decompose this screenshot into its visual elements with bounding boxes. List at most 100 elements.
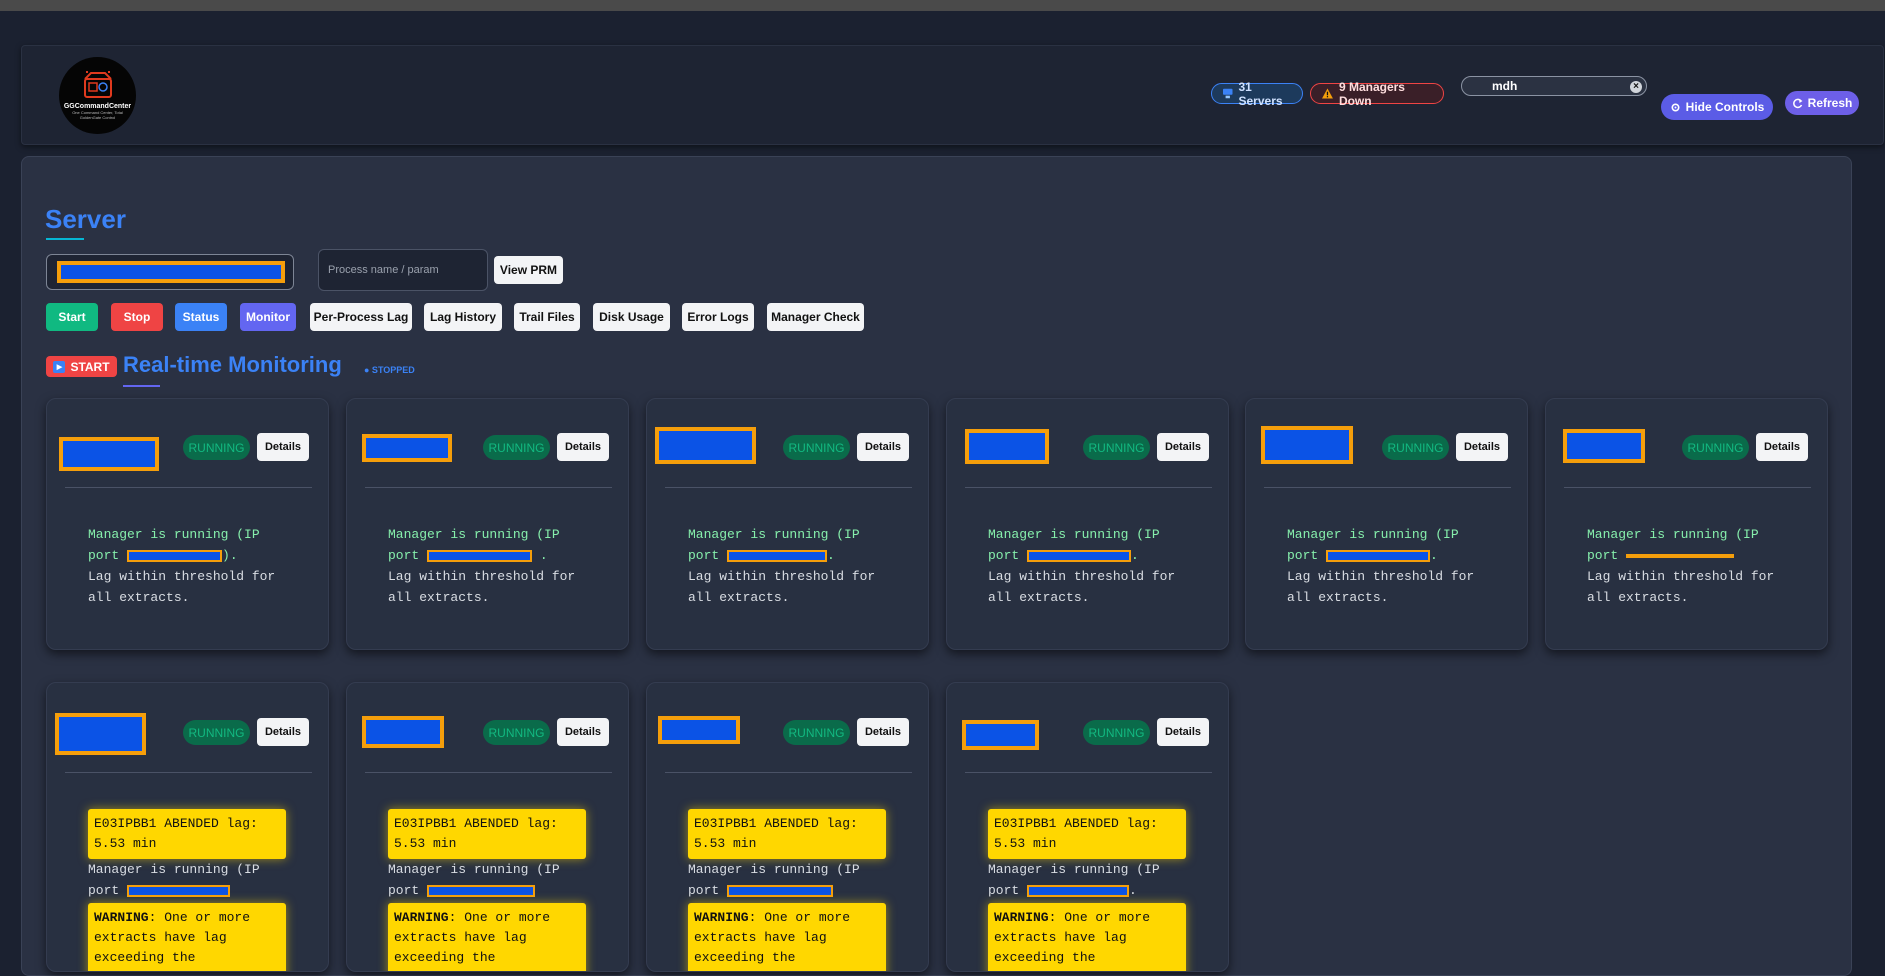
lag-warning-alert: WARNING: One or more extracts have lag e… (988, 903, 1186, 971)
details-button[interactable]: Details (1456, 433, 1508, 461)
start-button[interactable]: Start (46, 303, 98, 331)
warning-label: WARNING (94, 910, 149, 925)
lag-ok-text: Lag within threshold for all extracts. (688, 569, 876, 605)
manager-status-message: Manager is running (IP port (88, 859, 298, 901)
server-card: RUNNING Details E03IPBB1 ABENDED lag: 5.… (346, 682, 629, 972)
clear-search-icon[interactable]: × (1630, 81, 1642, 93)
redacted-server-name (655, 427, 756, 464)
card-divider (665, 772, 912, 773)
status-badge: RUNNING (183, 435, 250, 460)
port-prefix: port (688, 883, 720, 898)
lag-warning-alert: WARNING: One or more extracts have lag e… (88, 903, 286, 971)
managers-down-label: 9 Managers Down (1338, 79, 1405, 108)
status-badge: RUNNING (183, 720, 250, 745)
server-title-underline (46, 238, 84, 240)
manager-status-message: Manager is running (IP port . Lag within… (688, 527, 876, 605)
details-button[interactable]: Details (857, 433, 909, 461)
disk-usage-button[interactable]: Disk Usage (593, 303, 670, 331)
details-button[interactable]: Details (1157, 718, 1209, 746)
monitoring-start-button[interactable]: ▶ START (46, 356, 117, 377)
server-card: RUNNING Details Manager is running (IP p… (946, 398, 1229, 650)
servers-count-badge[interactable]: 31 Servers (1211, 80, 1303, 108)
hide-controls-button[interactable]: Hide Controls (1661, 94, 1773, 120)
port-prefix: port (1587, 548, 1619, 563)
port-prefix: port (1287, 548, 1319, 563)
card-divider (65, 772, 312, 773)
redacted-server-name (55, 713, 146, 755)
details-button[interactable]: Details (257, 433, 309, 461)
abend-alert: E03IPBB1 ABENDED lag: 5.53 min (688, 809, 886, 859)
details-button[interactable]: Details (857, 718, 909, 746)
lag-history-button[interactable]: Lag History (424, 303, 502, 331)
redacted-server-name (362, 716, 444, 748)
manager-line: Manager is running (IP (988, 527, 1160, 542)
details-button[interactable]: Details (257, 718, 309, 746)
status-button[interactable]: Status (175, 303, 227, 331)
warning-label: WARNING (394, 910, 449, 925)
manager-line: Manager is running (IP (688, 527, 860, 542)
managers-down-badge[interactable]: 9 Managers Down (1310, 80, 1444, 108)
search-value: mdh (1492, 79, 1518, 93)
refresh-button[interactable]: Refresh (1785, 91, 1859, 115)
redacted-port (127, 549, 223, 562)
lag-warning-alert: WARNING: One or more extracts have lag e… (688, 903, 886, 971)
gear-icon (1671, 102, 1680, 112)
port-prefix: port (688, 548, 720, 563)
redacted-server-name (362, 434, 452, 462)
command-center-icon (83, 71, 112, 98)
server-card: RUNNING Details Manager is running (IP p… (646, 398, 929, 650)
manager-status-message: Manager is running (IP port Lag within t… (1587, 524, 1797, 608)
stop-button[interactable]: Stop (111, 303, 163, 331)
card-divider (965, 772, 1212, 773)
details-button[interactable]: Details (1756, 433, 1808, 461)
view-prm-button[interactable]: View PRM (494, 256, 563, 284)
details-button[interactable]: Details (557, 718, 609, 746)
manager-status-message: Manager is running (IP port . (988, 862, 1160, 898)
details-button[interactable]: Details (557, 433, 609, 461)
warning-label: WARNING (694, 910, 749, 925)
card-divider (365, 772, 612, 773)
card-divider (365, 487, 612, 488)
error-logs-button[interactable]: Error Logs (682, 303, 754, 331)
redacted-port (1027, 884, 1130, 897)
server-select[interactable] (46, 254, 294, 290)
monitoring-state: ● STOPPED (364, 365, 415, 375)
manager-status-message: Manager is running (IP port (688, 859, 898, 901)
redacted-port (1626, 553, 1735, 558)
card-divider (65, 487, 312, 488)
redacted-server-name (1563, 429, 1645, 463)
manager-status-message: Manager is running (IP port (388, 859, 598, 901)
card-divider (665, 487, 912, 488)
redacted-port (127, 884, 231, 897)
redacted-port (427, 549, 533, 562)
redacted-port (1326, 549, 1431, 562)
status-badge: RUNNING (1682, 435, 1749, 460)
process-name-input[interactable]: Process name / param (318, 249, 488, 291)
monitor-button[interactable]: Monitor (240, 303, 296, 331)
manager-check-button[interactable]: Manager Check (767, 303, 864, 331)
browser-top-strip (0, 0, 1885, 11)
search-input[interactable]: mdh × (1461, 76, 1647, 96)
redacted-server-name (57, 261, 285, 283)
port-prefix: port (88, 883, 120, 898)
redacted-server-name (962, 720, 1039, 750)
status-badge: RUNNING (783, 720, 850, 745)
port-prefix: port (388, 883, 420, 898)
monitoring-start-label: START (70, 359, 110, 374)
app-logo[interactable]: GGCommandCenter One Command Center, Tota… (59, 57, 136, 134)
details-button[interactable]: Details (1157, 433, 1209, 461)
play-icon: ▶ (53, 360, 66, 373)
status-badge: RUNNING (1382, 435, 1449, 460)
manager-line: Manager is running (IP (388, 527, 560, 542)
manager-line: Manager is running (IP (388, 862, 560, 877)
trail-files-button[interactable]: Trail Files (514, 303, 580, 331)
server-card: RUNNING Details Manager is running (IP p… (1245, 398, 1528, 650)
redacted-server-name (1261, 426, 1353, 464)
abend-alert: E03IPBB1 ABENDED lag: 5.53 min (988, 809, 1186, 859)
redacted-port (1027, 549, 1132, 562)
monitoring-title-underline (123, 385, 160, 387)
per-process-lag-button[interactable]: Per-Process Lag (310, 303, 412, 331)
status-badge: RUNNING (483, 435, 550, 460)
manager-status-message: Manager is running (IP port ). Lag withi… (88, 527, 276, 605)
card-divider (1264, 487, 1511, 488)
